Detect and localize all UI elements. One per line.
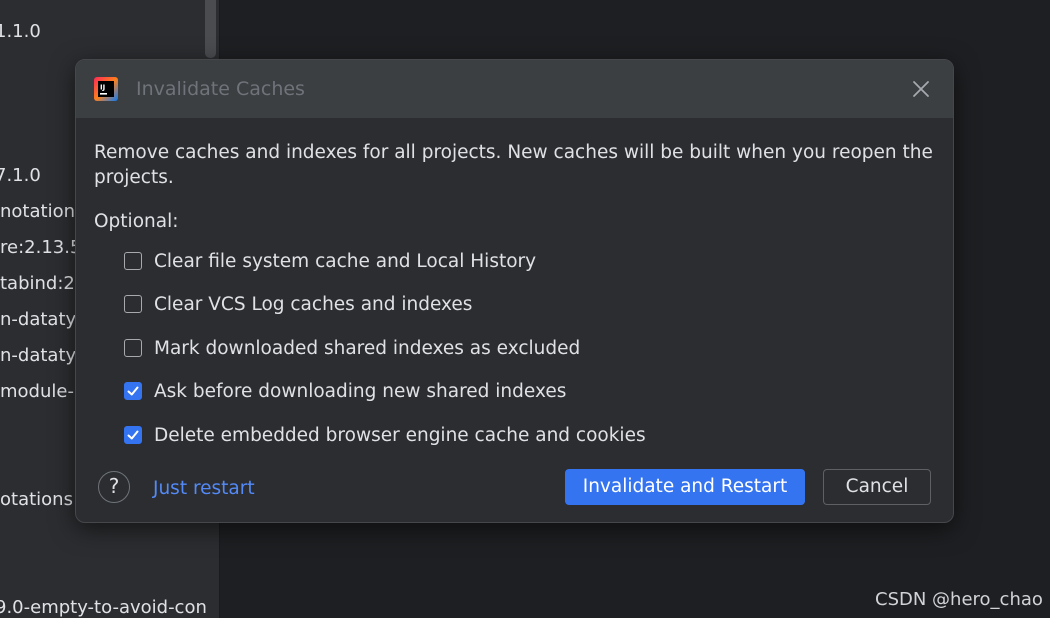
option-delete-browser-cache[interactable]: Delete embedded browser engine cache and… [124,422,646,448]
option-clear-vcs-log[interactable]: Clear VCS Log caches and indexes [124,291,472,317]
invalidate-caches-dialog: IJ Invalidate Caches Remove caches and i… [75,59,954,523]
intellij-icon: IJ [94,77,118,101]
cancel-button[interactable]: Cancel [823,469,931,505]
option-mark-shared-indexes-excluded[interactable]: Mark downloaded shared indexes as exclud… [124,335,580,361]
close-icon[interactable] [910,78,932,100]
dialog-body: Remove caches and indexes for all projec… [94,140,936,190]
watermark: CSDN @hero_chao [875,589,1043,610]
svg-text:IJ: IJ [100,84,105,92]
option-label: Clear VCS Log caches and indexes [154,293,473,315]
help-button[interactable]: ? [98,471,130,503]
option-label: Ask before downloading new shared indexe… [154,380,567,402]
checkbox-unchecked[interactable] [124,295,142,313]
tree-item[interactable]: otations: [0,489,79,511]
tree-item[interactable]: module- [0,381,74,403]
dialog-title: Invalidate Caches [136,78,305,100]
checkbox-checked[interactable] [124,382,142,400]
checkbox-unchecked[interactable] [124,252,142,270]
dialog-description: Remove caches and indexes for all projec… [94,142,933,188]
tree-item[interactable]: notations [0,201,84,223]
ide-window: 1.1.0 7.1.0 notations re:2.13.5 tabind:2… [0,0,1050,618]
option-ask-before-download[interactable]: Ask before downloading new shared indexe… [124,378,566,404]
tree-item[interactable]: 7.1.0 [0,165,41,187]
checkbox-checked[interactable] [124,426,142,444]
checkmark-icon [127,386,139,396]
checkmark-icon [127,430,139,440]
just-restart-link[interactable]: Just restart [153,476,255,501]
optional-label: Optional: [94,211,179,232]
scrollbar-thumb[interactable] [205,0,216,58]
dialog-title-bar[interactable]: IJ Invalidate Caches [76,60,953,118]
checkbox-unchecked[interactable] [124,339,142,357]
option-clear-fs-cache[interactable]: Clear file system cache and Local Histor… [124,248,536,274]
invalidate-and-restart-button[interactable]: Invalidate and Restart [565,469,805,505]
option-label: Mark downloaded shared indexes as exclud… [154,337,581,359]
tree-item[interactable]: 1.1.0 [0,21,41,43]
option-label: Clear file system cache and Local Histor… [154,250,537,272]
tree-item[interactable]: re:2.13.5 [0,237,81,259]
option-label: Delete embedded browser engine cache and… [154,424,646,446]
tree-item[interactable]: tabind:2. [0,273,81,295]
tree-item[interactable]: 9.0-empty-to-avoid-con [0,597,207,618]
